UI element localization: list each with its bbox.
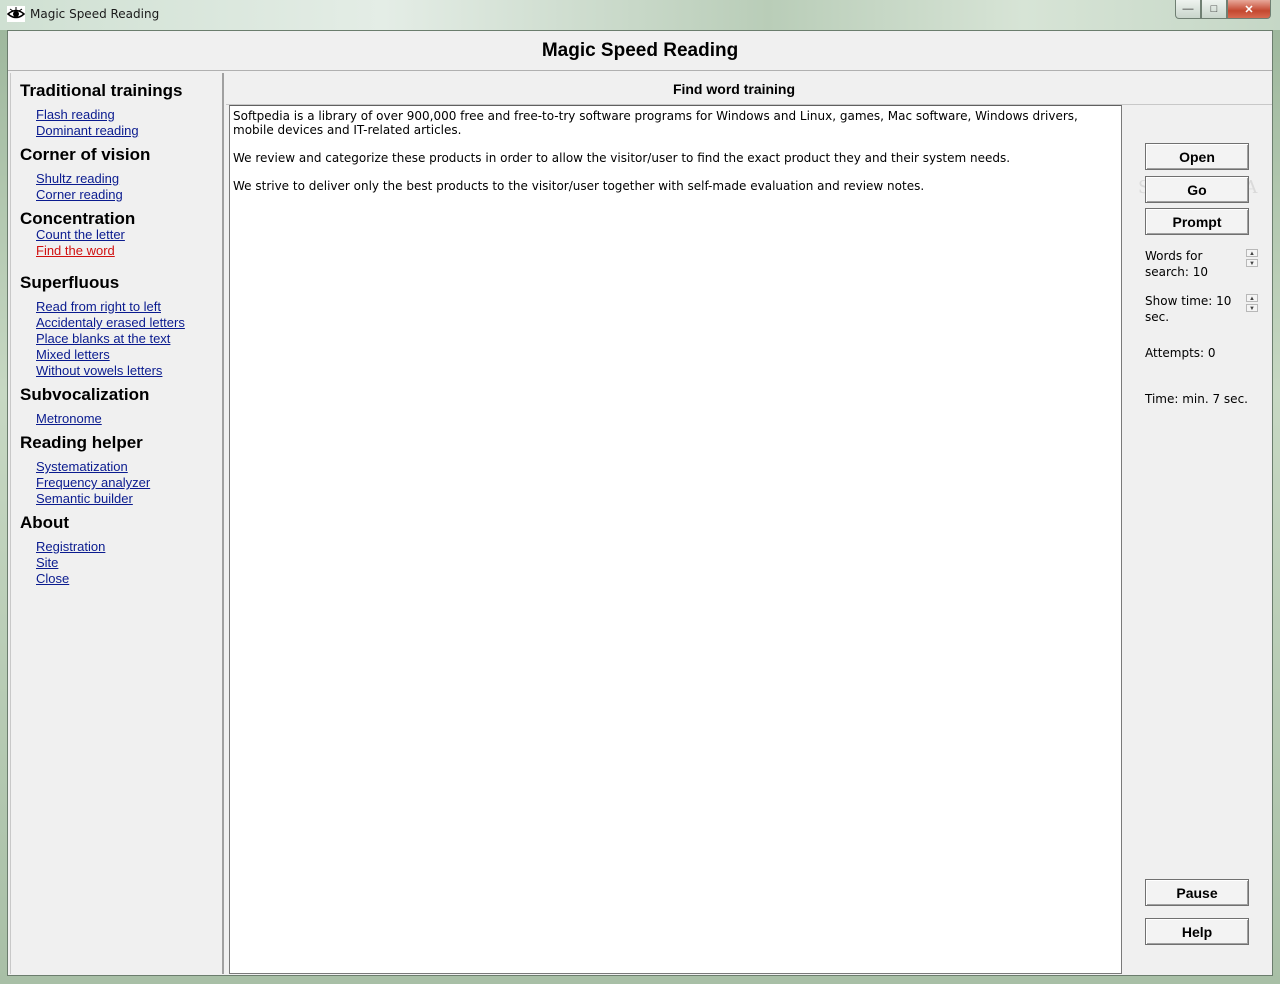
section-title-subvocalization: Subvocalization <box>20 385 150 404</box>
window-titlebar: Magic Speed Reading — □ ✕ <box>0 0 1280 30</box>
close-button[interactable]: ✕ <box>1227 0 1271 19</box>
training-title-text: Find word training <box>672 80 796 97</box>
spinner-down-icon[interactable]: ▼ <box>1246 304 1258 312</box>
attempts-label: Attempts: 0 <box>1145 346 1216 360</box>
training-title: Find word training <box>226 73 1272 105</box>
sidebar-link-site[interactable]: Site <box>36 555 58 570</box>
sidebar-link-metronome[interactable]: Metronome <box>36 411 102 426</box>
section-title-concentration: Concentration <box>20 209 136 228</box>
spinner-down-icon[interactable]: ▼ <box>1246 259 1258 267</box>
section-title-about: About <box>20 513 70 532</box>
text-paragraph: Softpedia is a library of over 900,000 f… <box>233 109 1078 137</box>
go-button[interactable]: Go <box>1145 176 1249 203</box>
app-title: Magic Speed Reading <box>541 39 739 61</box>
show-time-label: Show time: 10 sec. <box>1145 294 1232 324</box>
minimize-icon: — <box>1182 3 1194 15</box>
sidebar-link-erased-letters[interactable]: Accidentaly erased letters <box>36 315 185 330</box>
prompt-button[interactable]: Prompt <box>1145 208 1249 235</box>
app-header: Magic Speed Reading <box>8 31 1272 71</box>
words-for-search-spinner[interactable]: ▲ ▼ <box>1245 249 1259 267</box>
sidebar-link-count-the-letter[interactable]: Count the letter <box>36 227 125 242</box>
spinner-up-icon[interactable]: ▲ <box>1246 294 1258 302</box>
sidebar-link-without-vowels[interactable]: Without vowels letters <box>36 363 162 378</box>
sidebar-link-dominant-reading[interactable]: Dominant reading <box>36 123 139 138</box>
show-time-spinner[interactable]: ▲ ▼ <box>1245 294 1259 312</box>
text-paragraph: We strive to deliver only the best produ… <box>233 179 925 193</box>
sidebar-link-place-blanks[interactable]: Place blanks at the text <box>36 331 170 346</box>
sidebar-link-find-the-word[interactable]: Find the word <box>36 243 115 258</box>
open-button[interactable]: Open <box>1145 143 1249 170</box>
sidebar-link-semantic-builder[interactable]: Semantic builder <box>36 491 133 506</box>
section-title-corner-of-vision: Corner of vision <box>20 145 151 164</box>
sidebar-link-mixed-letters[interactable]: Mixed letters <box>36 347 110 362</box>
pause-button[interactable]: Pause <box>1145 879 1249 906</box>
sidebar-link-close[interactable]: Close <box>36 571 69 586</box>
window-controls: — □ ✕ <box>1175 0 1271 20</box>
sidebar: Traditional trainings Flash reading Domi… <box>10 73 224 974</box>
app-frame: Magic Speed Reading Traditional training… <box>7 30 1273 976</box>
maximize-button[interactable]: □ <box>1201 0 1227 19</box>
spinner-up-icon[interactable]: ▲ <box>1246 249 1258 257</box>
maximize-icon: □ <box>1210 3 1218 15</box>
sidebar-link-read-right-to-left[interactable]: Read from right to left <box>36 299 161 314</box>
section-title-traditional-trainings: Traditional trainings <box>20 81 183 100</box>
close-icon: ✕ <box>1244 3 1254 16</box>
sidebar-link-frequency-analyzer[interactable]: Frequency analyzer <box>36 475 150 490</box>
sidebar-link-flash-reading[interactable]: Flash reading <box>36 107 115 122</box>
text-paragraph: We review and categorize these products … <box>233 151 1011 165</box>
training-text-area[interactable]: Softpedia is a library of over 900,000 f… <box>229 105 1122 974</box>
sidebar-link-systematization[interactable]: Systematization <box>36 459 128 474</box>
time-label: Time: min. 7 sec. <box>1145 392 1248 406</box>
window-title: Magic Speed Reading <box>30 7 160 21</box>
section-title-reading-helper: Reading helper <box>20 433 143 452</box>
eye-icon <box>7 6 25 22</box>
sidebar-link-registration[interactable]: Registration <box>36 539 105 554</box>
help-button[interactable]: Help <box>1145 918 1249 945</box>
words-for-search-label: Words for search: 10 <box>1145 249 1208 279</box>
section-title-superfluous: Superfluous <box>20 273 120 292</box>
sidebar-link-shultz-reading[interactable]: Shultz reading <box>36 171 119 186</box>
sidebar-link-corner-reading[interactable]: Corner reading <box>36 187 123 202</box>
minimize-button[interactable]: — <box>1175 0 1201 19</box>
